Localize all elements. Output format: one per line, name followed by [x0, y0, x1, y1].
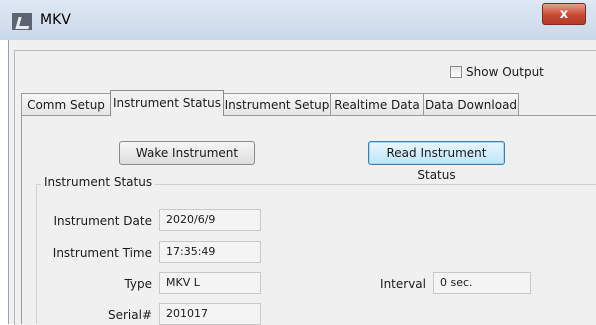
instrument-date-label: Instrument Date — [53, 214, 152, 228]
tab-comm-setup[interactable]: Comm Setup — [21, 93, 111, 115]
tab-data-download[interactable]: Data Download — [423, 93, 519, 115]
read-instrument-status-button[interactable]: Read Instrument Status — [368, 141, 505, 182]
wake-instrument-button[interactable]: Wake Instrument — [119, 141, 255, 165]
interval-label: Interval — [380, 277, 426, 291]
title-bar: MKV x — [0, 0, 596, 40]
app-icon — [12, 13, 32, 30]
tab-realtime-data[interactable]: Realtime Data — [330, 93, 424, 115]
type-field: MKV L — [159, 272, 261, 294]
tab-instrument-setup[interactable]: Instrument Setup — [223, 93, 331, 115]
serial-field: 201017 — [159, 303, 261, 325]
tab-instrument-status[interactable]: Instrument Status — [110, 90, 224, 116]
window-title: MKV — [40, 12, 71, 28]
show-output-checkbox[interactable] — [450, 66, 462, 78]
group-title: Instrument Status — [41, 175, 156, 189]
interval-field: 0 sec. — [433, 272, 531, 294]
type-label: Type — [124, 277, 152, 291]
serial-label: Serial# — [107, 308, 152, 322]
instrument-time-field: 17:35:49 — [159, 241, 261, 263]
show-output-label: Show Output — [466, 65, 544, 79]
instrument-time-label: Instrument Time — [52, 246, 152, 260]
close-button[interactable]: x — [542, 3, 586, 25]
instrument-date-field: 2020/6/9 — [159, 209, 261, 231]
